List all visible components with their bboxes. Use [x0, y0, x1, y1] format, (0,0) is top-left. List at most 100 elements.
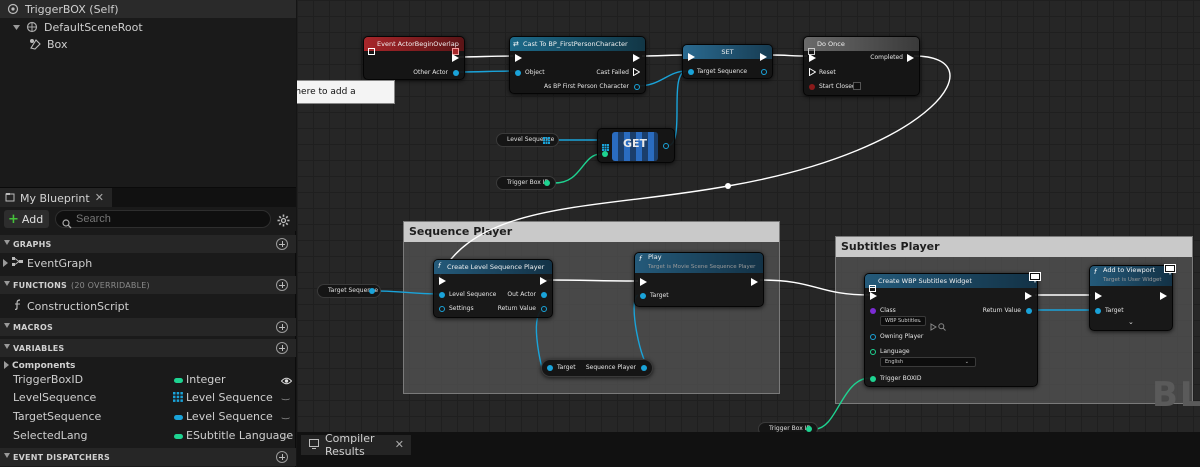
class-dropdown-value: WBP Subtitles [885, 318, 920, 324]
node-title: Do Once [817, 40, 845, 48]
start-closed-pin[interactable] [809, 84, 815, 90]
collapse-arrow-icon[interactable] [12, 20, 20, 34]
graph-item-eventgraph[interactable]: EventGraph [2, 254, 92, 272]
exec-in-pin[interactable] [640, 278, 647, 286]
array-pin-icon[interactable] [543, 137, 550, 149]
browse-icon[interactable] [930, 316, 937, 335]
search-input[interactable] [55, 210, 271, 228]
section-variables[interactable]: VARIABLES [0, 339, 296, 357]
object-pin[interactable] [369, 288, 375, 294]
section-event-dispatchers[interactable]: EVENT DISPATCHERS [0, 448, 296, 466]
node-var-target-sequence[interactable]: Target Sequence [317, 284, 381, 298]
node-header: Event ActorBeginOverlap [364, 37, 464, 51]
node-do-once[interactable]: Do Once Completed Reset Start Closed [803, 36, 920, 96]
chevron-down-icon[interactable]: ⌄ [1128, 318, 1134, 326]
section-macros[interactable]: MACROS [0, 318, 296, 336]
exec-out-pin[interactable] [452, 54, 459, 62]
node-set-target-sequence[interactable]: SET Target Sequence [682, 44, 773, 79]
eye-icon[interactable] [280, 375, 293, 388]
exec-in-pin[interactable] [439, 277, 446, 285]
integer-pin[interactable] [544, 180, 550, 186]
add-function-icon[interactable] [276, 279, 288, 291]
exec-out-pin[interactable] [1025, 292, 1032, 300]
exec-out-pin[interactable] [540, 277, 547, 285]
function-item-construction-script[interactable]: ConstructionScript [13, 297, 129, 315]
index-pin[interactable] [602, 151, 608, 157]
component-box-label: Box [47, 37, 68, 51]
component-self[interactable]: TriggerBOX (Self) [0, 0, 296, 18]
eye-closed-icon[interactable]: ‿ [282, 391, 289, 401]
node-create-level-sequence-player[interactable]: Create Level Sequence Player f Level Seq… [433, 259, 553, 318]
exec-out-pin[interactable] [633, 54, 640, 62]
cast-failed-pin[interactable] [633, 68, 640, 76]
add-event-dispatcher-icon[interactable] [276, 451, 288, 463]
node-play[interactable]: Play Target is Movie Scene Sequence Play… [634, 252, 764, 307]
add-variable-icon[interactable] [276, 342, 288, 354]
section-functions[interactable]: FUNCTIONS (20 OVERRIDABLE) [0, 276, 296, 294]
out-actor-pin[interactable] [541, 292, 547, 298]
trigger-boxid-pin[interactable] [870, 376, 876, 382]
eye-closed-icon[interactable]: ‿ [282, 410, 289, 420]
class-pin[interactable] [870, 308, 876, 314]
variable-row[interactable]: SelectedLang ESubtitle Language ‿ [0, 427, 296, 445]
tab-my-blueprint[interactable]: My Blueprint ✕ [0, 188, 112, 208]
close-icon[interactable]: ✕ [95, 191, 104, 204]
node-create-wbp-subtitles-widget[interactable]: Create WBP Subtitles Widget Class WBP Su… [864, 272, 1041, 387]
node-cast-to-bp-first-person[interactable]: Cast To BP_FirstPersonCharacter ⇄ Object… [509, 36, 646, 94]
node-add-to-viewport[interactable]: Add to Viewport Target is User Widget f … [1089, 264, 1176, 331]
section-graphs[interactable]: GRAPHS [0, 235, 296, 253]
reroute-node[interactable] [725, 183, 731, 189]
exec-in-pin[interactable] [870, 292, 877, 300]
node-array-get[interactable]: GET [597, 128, 675, 163]
language-pin[interactable] [870, 349, 876, 355]
object-pin[interactable] [515, 70, 521, 76]
node-var-trigger-box-id[interactable]: Trigger Box ID [496, 176, 556, 190]
component-default-scene-root[interactable]: DefaultSceneRoot [12, 18, 143, 36]
search-icon[interactable] [938, 316, 946, 335]
node-var-level-sequence[interactable]: Level Sequence [496, 133, 559, 147]
completed-pin[interactable] [907, 54, 914, 62]
level-sequence-pin[interactable] [439, 292, 445, 298]
target-sequence-out-pin[interactable] [761, 69, 767, 75]
add-graph-icon[interactable] [276, 238, 288, 250]
target-pin[interactable] [1095, 308, 1101, 314]
variable-row[interactable]: LevelSequence Level Sequence ‿ [0, 389, 296, 407]
node-event-actor-begin-overlap[interactable]: Event ActorBeginOverlap Other Actor [363, 36, 465, 80]
start-closed-checkbox[interactable] [853, 82, 861, 90]
exec-in-pin[interactable] [1095, 292, 1102, 300]
eye-closed-icon[interactable]: ‿ [282, 429, 289, 439]
exec-out-pin[interactable] [1160, 292, 1167, 300]
node-sequence-player-get[interactable]: Target Sequence Player [541, 359, 653, 377]
exec-out-pin[interactable] [760, 53, 767, 61]
close-icon[interactable]: ✕ [395, 438, 404, 451]
component-box[interactable]: Box [28, 35, 67, 53]
gear-icon[interactable] [277, 212, 290, 231]
variable-row[interactable]: TriggerBoxID Integer [0, 371, 296, 389]
return-value-pin[interactable] [1026, 308, 1032, 314]
exec-out-pin[interactable] [751, 278, 758, 286]
language-dropdown[interactable]: English ⌄ [880, 357, 976, 367]
tab-compiler-results[interactable]: Compiler Results ✕ [301, 432, 411, 458]
drop-asset-tooltip: Drop asset here to add a component. [297, 80, 395, 119]
as-bp-pin[interactable] [634, 84, 640, 90]
class-dropdown[interactable]: WBP Subtitles ⌄ [880, 316, 926, 326]
sequence-player-pin[interactable] [641, 365, 647, 371]
variable-row[interactable]: TargetSequence Level Sequence ‿ [0, 408, 296, 426]
settings-pin[interactable] [439, 306, 445, 312]
event-graph-canvas[interactable]: Sequence Player Subtitles Player Event A… [297, 0, 1200, 432]
exec-in-pin[interactable] [688, 53, 695, 61]
reset-pin[interactable] [809, 68, 816, 76]
target-pin[interactable] [547, 365, 553, 371]
exec-in-pin[interactable] [515, 54, 522, 62]
target-sequence-pin[interactable] [688, 69, 694, 75]
add-button[interactable]: + Add [4, 210, 49, 228]
expand-arrow-icon [3, 360, 9, 372]
return-value-pin[interactable] [541, 306, 547, 312]
exec-in-pin[interactable] [809, 54, 816, 62]
owning-player-pin[interactable] [870, 334, 876, 340]
add-macro-icon[interactable] [276, 321, 288, 333]
get-output-pin[interactable] [663, 143, 669, 149]
other-actor-pin[interactable] [453, 70, 459, 76]
target-pin[interactable] [640, 293, 646, 299]
node-var-trigger-box-id[interactable]: Trigger Box ID [758, 422, 818, 432]
